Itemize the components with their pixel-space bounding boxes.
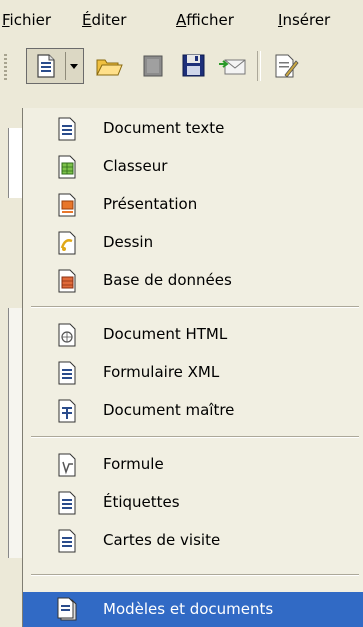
menu-item-label: Formulaire XML xyxy=(103,363,220,381)
menu-item-base-de-donnees[interactable]: Base de données xyxy=(23,262,363,300)
menu-item-label: Document maître xyxy=(103,401,235,419)
templates-icon xyxy=(57,597,77,621)
menu-item-label: Présentation xyxy=(103,195,198,213)
menu-item-label: Document texte xyxy=(103,119,225,137)
dropdown-arrow-icon[interactable] xyxy=(69,61,79,71)
save-icon[interactable] xyxy=(178,51,208,81)
menu-item-etiquettes[interactable]: Étiquettes xyxy=(23,484,363,522)
menu-fichier-rest: ichier xyxy=(9,11,52,29)
open-folder-icon[interactable] xyxy=(94,51,124,81)
menu-bar: Fichier Éditer Afficher Insérer xyxy=(0,0,363,42)
master-document-icon xyxy=(58,399,76,423)
menu-item-document-texte[interactable]: Document texte xyxy=(23,110,363,148)
formula-icon xyxy=(58,453,76,477)
menu-item-label: Cartes de visite xyxy=(103,531,221,549)
menu-divider xyxy=(31,574,359,576)
menu-item-label: Classeur xyxy=(103,157,168,175)
menu-editer[interactable]: Éditer xyxy=(82,11,126,29)
menu-item-classeur[interactable]: Classeur xyxy=(23,148,363,186)
menu-inserer-rest: nsérer xyxy=(282,11,331,29)
menu-item-document-html[interactable]: Document HTML xyxy=(23,316,363,354)
menu-item-cartes-de-visite[interactable]: Cartes de visite xyxy=(23,522,363,560)
toolbar-grip[interactable] xyxy=(4,54,7,82)
menu-afficher-mnemonic: A xyxy=(176,11,187,29)
menu-item-label: Dessin xyxy=(103,233,154,251)
presentation-icon xyxy=(58,193,76,217)
new-document-icon xyxy=(37,54,55,78)
edit-file-icon[interactable] xyxy=(138,51,168,81)
menu-afficher[interactable]: Afficher xyxy=(176,11,234,29)
toolbar-separator xyxy=(257,51,261,81)
edit-mode-icon[interactable] xyxy=(270,51,300,81)
email-icon[interactable] xyxy=(218,51,248,81)
menu-item-presentation[interactable]: Présentation xyxy=(23,186,363,224)
xml-form-icon xyxy=(58,361,76,385)
menu-afficher-rest: fficher xyxy=(186,11,234,29)
new-document-menu: Document texte Classeur Présentation Des… xyxy=(22,108,363,627)
text-document-icon xyxy=(58,117,76,141)
html-document-icon xyxy=(58,323,76,347)
labels-icon xyxy=(58,491,76,515)
new-document-button[interactable] xyxy=(26,48,84,84)
menu-fichier-mnemonic: F xyxy=(2,11,10,29)
menu-item-label: Document HTML xyxy=(103,325,228,343)
menu-item-document-maitre[interactable]: Document maître xyxy=(23,392,363,430)
menu-item-label: Base de données xyxy=(103,271,232,289)
menu-item-dessin[interactable]: Dessin xyxy=(23,224,363,262)
menu-inserer[interactable]: Insérer xyxy=(278,11,330,29)
menu-item-label: Formule xyxy=(103,455,164,473)
underlying-panel xyxy=(8,128,23,198)
underlying-window-strip xyxy=(0,108,23,627)
database-icon xyxy=(58,269,76,293)
toolbar xyxy=(0,42,363,146)
underlying-panel-2 xyxy=(8,308,23,558)
menu-item-modeles-et-documents[interactable]: Modèles et documents xyxy=(23,592,363,627)
spreadsheet-icon xyxy=(58,155,76,179)
menu-item-label: Modèles et documents xyxy=(103,600,274,618)
menu-editer-rest: diter xyxy=(91,11,127,29)
menu-divider xyxy=(31,306,359,308)
menu-item-formulaire-xml[interactable]: Formulaire XML xyxy=(23,354,363,392)
menu-item-label: Étiquettes xyxy=(103,493,180,511)
drawing-icon xyxy=(58,231,76,255)
menu-fichier[interactable]: Fichier xyxy=(2,11,51,29)
menu-divider xyxy=(31,436,359,438)
split-separator xyxy=(65,52,66,80)
menu-item-formule[interactable]: Formule xyxy=(23,446,363,484)
business-cards-icon xyxy=(58,529,76,553)
